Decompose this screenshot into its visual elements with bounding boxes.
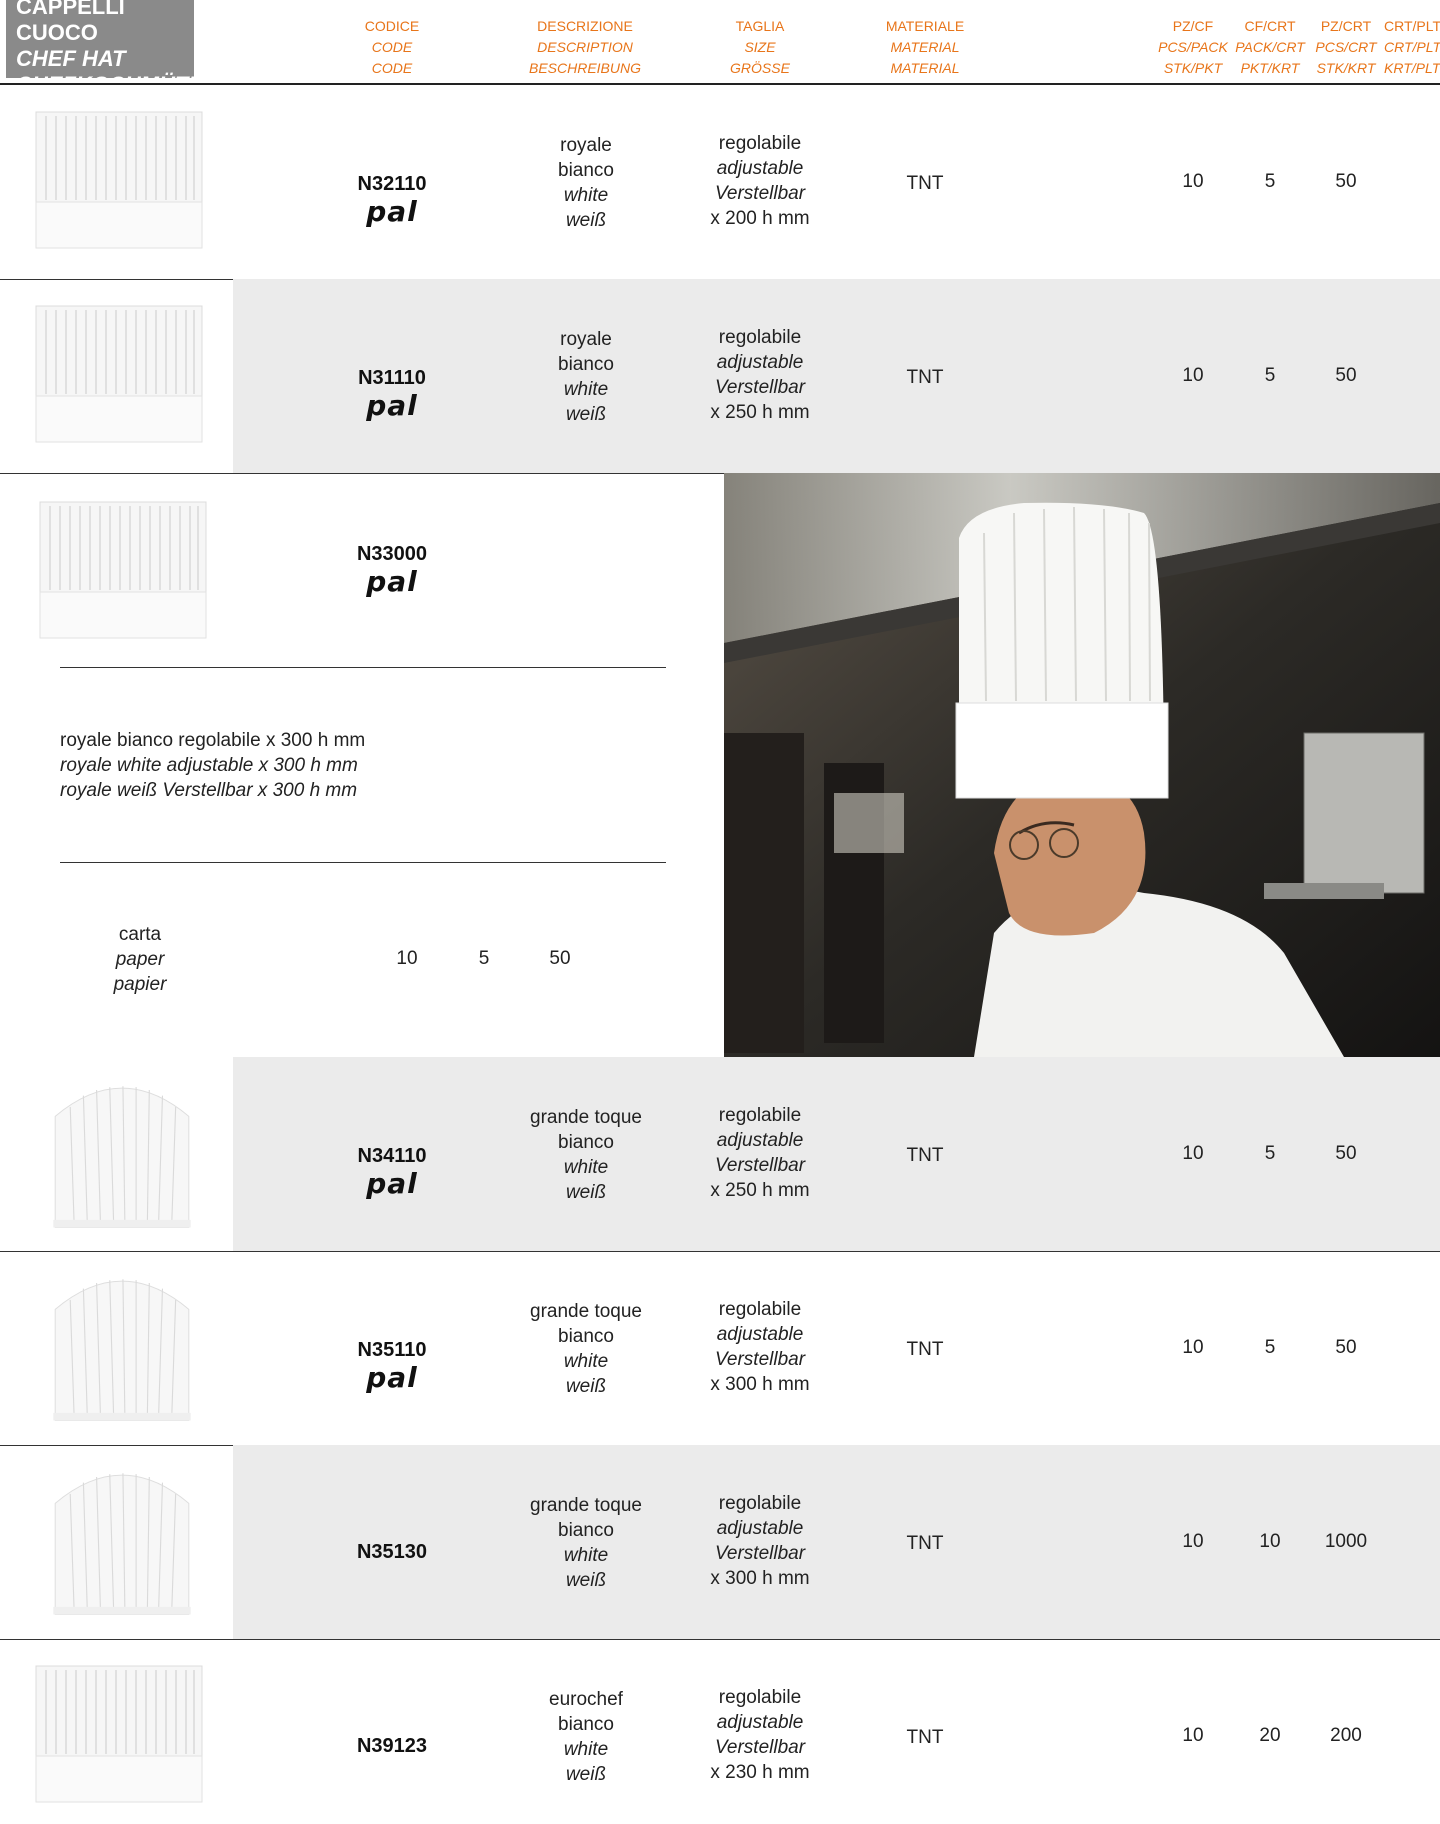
product-code: N34110 — [357, 1145, 427, 1167]
pcs-per-pack: 10 — [1182, 1143, 1204, 1164]
pcs-per-pack: 10 — [396, 948, 418, 969]
product-row-n32110: N32110 pal royale bianco white weiß regolab… — [0, 85, 1440, 280]
pcs-per-carton: 50 — [1335, 1337, 1357, 1358]
pcs-per-carton: 50 — [1335, 171, 1357, 192]
packs-per-carton: 5 — [478, 948, 490, 969]
packs-per-carton: 5 — [1264, 171, 1276, 192]
material: TNT — [906, 1727, 944, 1748]
featured-product-n33000: N33000 pal royale bianco regolabile x 30… — [0, 473, 724, 1057]
material: TNT — [906, 367, 944, 388]
pal-logo: pal — [366, 1167, 418, 1200]
product-code: N35110 — [357, 1339, 427, 1361]
material: TNT — [906, 1145, 944, 1166]
pcs-per-pack: 10 — [1182, 171, 1204, 192]
pcs-per-carton: 50 — [1335, 365, 1357, 386]
packs-per-carton: 5 — [1264, 1143, 1276, 1164]
size: regolabile adjustable Verstellbar x 250 h m… — [710, 1105, 810, 1201]
description: grande toque bianco white weiß — [530, 1495, 642, 1591]
featured-divider-bottom — [60, 862, 666, 863]
product-row-n31110: N31110 pal royale bianco white weiß regolab… — [0, 279, 1440, 474]
featured-description: royale bianco regolabile x 300 h mm roya… — [60, 730, 366, 801]
pcs-per-pack: 10 — [1182, 1531, 1204, 1552]
header-crt-plt: CRT/PLT CRT/PLT KRT/PLT — [1384, 18, 1440, 76]
material: TNT — [906, 173, 944, 194]
product-code: N32110 — [357, 173, 427, 195]
header-description: DESCRIZIONE DESCRIPTION BESCHREIBUNG — [528, 18, 642, 76]
pcs-per-carton: 50 — [1335, 1143, 1357, 1164]
product-row-n35110: N35110 pal grande toque bianco white weiß r… — [0, 1251, 1440, 1446]
title-en: CHEF HAT — [16, 46, 126, 71]
packs-per-carton: 20 — [1259, 1725, 1281, 1746]
royale-hat-image — [34, 110, 204, 250]
featured-material: carta paper papier — [113, 924, 167, 995]
size: regolabile adjustable Verstellbar x 300 h m… — [710, 1299, 810, 1395]
title-it: CAPPELLI CUOCO — [16, 0, 125, 45]
material: TNT — [906, 1533, 944, 1554]
product-row-n35130: N35130 grande toque bianco white weiß regol… — [0, 1445, 1440, 1640]
pcs-per-carton: 50 — [549, 948, 571, 969]
size: regolabile adjustable Verstellbar x 230 h m… — [710, 1687, 810, 1783]
toque-hat-image — [42, 1253, 202, 1441]
product-code: N31110 — [358, 367, 426, 389]
pal-logo: pal — [366, 195, 418, 228]
size: regolabile adjustable Verstellbar x 300 h m… — [710, 1493, 810, 1589]
pcs-per-pack: 10 — [1182, 365, 1204, 386]
size: regolabile adjustable Verstellbar x 200 h m… — [710, 133, 810, 229]
product-row-n34110: N34110 pal grande toque bianco white weiß r… — [0, 1057, 1440, 1252]
packs-per-carton: 10 — [1259, 1531, 1281, 1552]
description: grande toque bianco white weiß — [530, 1107, 642, 1203]
product-code: N39123 — [356, 1735, 428, 1757]
packs-per-carton: 5 — [1264, 365, 1276, 386]
header-pz-cf: PZ/CF PCS/PACK STK/PKT — [1158, 18, 1228, 76]
header-cf-crt: CF/CRT PACK/CRT PKT/KRT — [1235, 18, 1305, 76]
pcs-per-pack: 10 — [1182, 1725, 1204, 1746]
size: regolabile adjustable Verstellbar x 250 h m… — [710, 327, 810, 423]
packs-per-carton: 5 — [1264, 1337, 1276, 1358]
pcs-per-pack: 10 — [1182, 1337, 1204, 1358]
chef-photo — [724, 473, 1440, 1057]
pcs-per-carton: 200 — [1330, 1725, 1362, 1746]
toque-hat-image — [42, 1447, 202, 1635]
royale-hat-image — [38, 485, 208, 655]
pcs-per-carton: 1000 — [1324, 1531, 1368, 1552]
royale-hat-image — [34, 1659, 204, 1809]
toque-hat-image — [42, 1069, 202, 1239]
product-row-n39123: N39123 eurochef bianco white weiß regolabil… — [0, 1639, 1440, 1824]
header-pz-crt: PZ/CRT PCS/CRT STK/KRT — [1315, 18, 1377, 76]
product-code: N33000 — [356, 543, 428, 565]
pal-logo: pal — [366, 565, 418, 598]
royale-hat-image — [34, 304, 204, 444]
description: royale bianco white weiß — [558, 135, 614, 231]
description: eurochef bianco white weiß — [549, 1689, 623, 1785]
description: royale bianco white weiß — [558, 329, 614, 425]
catalog-title: CAPPELLI CUOCO CHEF HAT CHEFKOCHMÜTZE — [6, 0, 216, 97]
pal-logo: pal — [366, 389, 418, 422]
header-code: CODICE CODE CODE — [364, 18, 420, 76]
material: TNT — [906, 1339, 944, 1360]
featured-divider-top — [60, 667, 666, 668]
description: grande toque bianco white weiß — [530, 1301, 642, 1397]
header-material: MATERIALE MATERIAL MATERIAL — [885, 18, 965, 76]
product-code: N35130 — [356, 1541, 428, 1563]
header-size: TAGLIA SIZE GRÖSSE — [730, 18, 790, 76]
pal-logo: pal — [366, 1361, 418, 1394]
